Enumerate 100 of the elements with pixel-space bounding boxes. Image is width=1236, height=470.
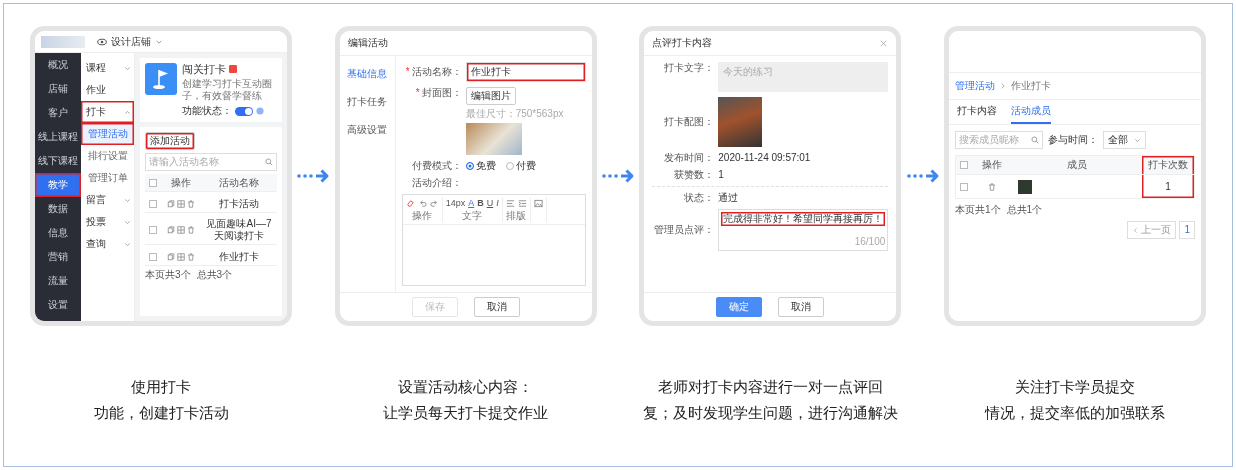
logo-placeholder [41,35,85,48]
table-header: 成员 [1065,158,1088,172]
table-cell-text: 见面趣味AI—7天阅读打卡 [205,217,273,243]
field-label: 封面图： [421,87,462,99]
checkbox[interactable] [959,182,968,191]
menu-item[interactable]: 作业 [81,79,134,101]
format-button[interactable]: I [496,197,499,209]
nav-item[interactable]: 概况 [35,53,81,77]
breadcrumb-link[interactable]: 管理活动 [954,80,995,92]
eraser-icon [405,198,415,208]
close-icon [879,38,889,48]
toolbar-group-label: 操作 [412,210,433,222]
trash-icon [187,226,195,234]
field-label: 打卡配图： [664,116,715,128]
checkbox[interactable] [959,161,968,169]
caret-up-icon [124,108,131,116]
cancel-button[interactable]: 取消 [778,297,825,317]
nav-item[interactable]: 教学 [35,173,81,197]
required-mark: * [415,87,420,99]
page-button[interactable]: 1 [1179,221,1195,239]
tab[interactable]: 高级设置 [339,116,395,144]
tab[interactable]: 打卡内容 [956,100,997,124]
radio-option[interactable]: 免费 [465,160,496,172]
name-input[interactable]: 作业打卡 [465,62,586,82]
nav-item[interactable]: 客户 [35,101,81,125]
field-label: 活动名称： [411,66,462,78]
caret-down-icon [124,218,131,226]
photo-placeholder [465,123,522,155]
table-header: 打卡次数 [1141,156,1194,174]
menu-item[interactable]: 查询 [81,233,134,255]
menu-item[interactable]: 留言 [81,189,134,211]
badge-icon [229,65,237,73]
breadcrumb-current: 作业打卡 [1010,80,1051,92]
menu-item[interactable]: 管理订单 [81,167,134,189]
radio-button[interactable] [465,162,474,170]
table-header: 操作 [170,175,192,190]
tab[interactable]: 打卡任务 [339,88,395,116]
nav-item[interactable]: 数据 [35,197,81,221]
field-value: 1 [718,169,724,181]
table-cell: 1 [1141,175,1194,198]
nav-item[interactable]: 线下课程 [35,149,81,173]
menu-item[interactable]: 排行设置 [81,145,134,167]
edit-image-button[interactable]: 编辑图片 [465,87,516,105]
format-button[interactable]: A [468,197,475,209]
flag-logo [145,63,177,95]
checkbox[interactable] [149,226,157,234]
nav-item[interactable]: 店铺 [35,77,81,101]
nav-item[interactable]: 流量 [35,269,81,293]
menu-item[interactable]: 课程 [81,57,134,79]
menu-item[interactable]: 打卡 [81,101,134,123]
radio-option[interactable]: 付费 [505,160,536,172]
comment-text: 完成得非常好！希望同学再接再厉！ [721,212,886,226]
nav-item[interactable]: 信息 [35,221,81,245]
toolbar-group-label: 排版 [506,210,527,222]
page-count: 本页共3个 [145,269,191,281]
field-value: 通过 [718,192,739,204]
tab[interactable]: 活动成员 [1010,100,1051,124]
format-button[interactable]: U [486,197,494,209]
checkbox[interactable] [149,199,157,208]
table-cell-text: 打卡活动 [218,196,260,211]
table-cell-text: 作业打卡 [218,249,260,264]
rich-text-editor[interactable]: 操作 14px A B U I 文字 排版 [401,194,586,286]
checkbox[interactable] [149,178,157,187]
grid-icon [177,226,185,234]
required-mark: * [405,66,410,78]
comment-field[interactable]: 完成得非常好！希望同学再接再厉！ 16/100 [718,209,889,251]
cancel-button[interactable]: 取消 [473,297,520,317]
caret-down-icon [124,196,131,204]
time-select[interactable]: 全部 [1102,131,1146,149]
dotted-arrow [906,169,939,183]
copy-icon [167,252,175,261]
step-caption: 使用打卡 功能，创建打卡活动 [93,377,229,423]
nav-item[interactable]: 线上课程 [35,125,81,149]
add-activity-button[interactable]: 添加活动 [145,132,195,150]
char-counter: 16/100 [854,236,886,248]
menu-item[interactable]: 管理活动 [81,123,134,145]
checkbox[interactable] [149,252,157,261]
toggle-switch[interactable] [235,106,253,116]
caret-down-icon [1133,136,1141,144]
nav-item[interactable]: 营销 [35,245,81,269]
tab[interactable]: 基础信息 [339,60,395,88]
step-caption: 关注打卡学员提交 情况，提交率低的加强联系 [984,377,1165,423]
copy-icon [167,226,175,234]
radio-button[interactable] [505,162,514,170]
step-caption: 设置活动核心内容： 让学员每天打卡提交作业 [383,377,549,423]
search-icon [265,158,273,166]
toolbar-group-label: 文字 [462,210,483,222]
nav-item[interactable]: 设置 [35,293,81,317]
dotted-arrow [297,169,329,183]
image-icon [533,198,543,208]
font-size-select[interactable]: 14px [445,197,466,209]
feature-title: 闯关打卡 [182,63,226,75]
trash-icon [187,252,195,261]
dialog-title: 编辑活动 [339,31,592,56]
field-label: 管理员点评： [654,224,715,236]
store-design-label[interactable]: 设计店铺 [111,35,151,48]
format-button[interactable]: B [477,197,484,209]
avatar-placeholder [1017,179,1032,194]
table-header: 活动名称 [218,175,260,190]
menu-item[interactable]: 投票 [81,211,134,233]
